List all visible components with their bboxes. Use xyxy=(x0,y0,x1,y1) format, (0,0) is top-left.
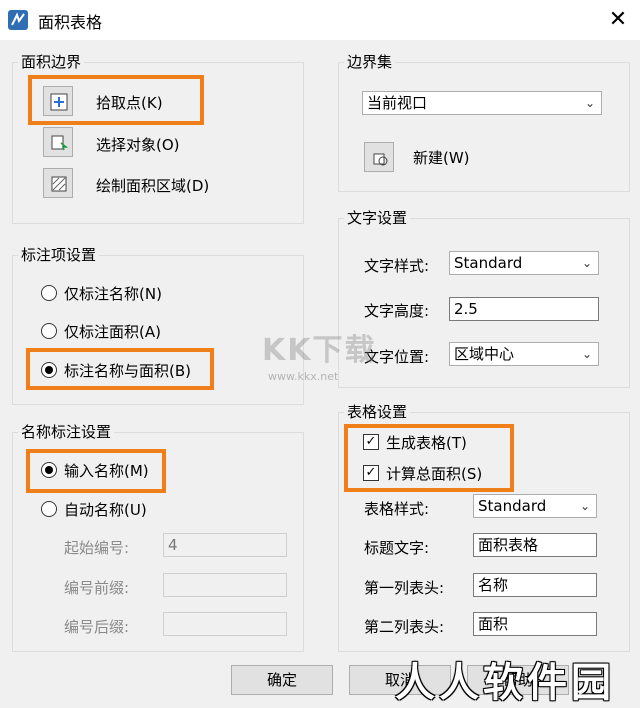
second-column-header-input[interactable]: 面积 xyxy=(473,612,597,636)
select-object-label[interactable]: 选择对象(O) xyxy=(96,134,180,155)
chevron-down-icon: ⌄ xyxy=(581,347,592,361)
title-bar: 面积表格 ✕ xyxy=(0,0,640,40)
table-style-label: 表格样式: xyxy=(364,500,430,518)
name-and-area-label[interactable]: 标注名称与面积(B) xyxy=(64,360,191,381)
rrz-watermark: 人人软件园 xyxy=(395,660,615,706)
table-settings-legend: 表格设置 xyxy=(344,403,411,421)
pick-point-button[interactable] xyxy=(43,86,73,116)
pick-point-label[interactable]: 拾取点(K) xyxy=(96,92,163,113)
boundary-set-group xyxy=(338,62,630,192)
table-style-select[interactable]: Standard ⌄ xyxy=(473,494,597,518)
app-icon xyxy=(8,10,28,30)
area-only-label[interactable]: 仅标注面积(A) xyxy=(64,321,161,342)
first-column-header-input[interactable]: 名称 xyxy=(473,573,597,597)
new-boundary-set-label[interactable]: 新建(W) xyxy=(413,147,470,168)
kkx-watermark-url: www.kkx.net xyxy=(268,370,339,383)
chevron-down-icon: ⌄ xyxy=(584,96,595,110)
input-name-label[interactable]: 输入名称(M) xyxy=(64,460,149,481)
compute-total-label[interactable]: 计算总面积(S) xyxy=(386,463,482,484)
auto-name-radio[interactable] xyxy=(41,501,57,517)
generate-table-label[interactable]: 生成表格(T) xyxy=(386,432,467,453)
number-suffix-label: 编号后缀: xyxy=(64,618,130,636)
compute-total-checkbox[interactable]: ✓ xyxy=(363,465,379,481)
draw-area-button[interactable] xyxy=(43,168,73,198)
area-only-radio[interactable] xyxy=(41,323,57,339)
text-height-label: 文字高度: xyxy=(364,302,430,320)
text-position-value: 区域中心 xyxy=(454,345,515,363)
ok-button[interactable]: 确定 xyxy=(231,665,333,695)
title-text-input[interactable]: 面积表格 xyxy=(473,533,597,557)
name-only-radio[interactable] xyxy=(41,285,57,301)
number-prefix-input[interactable] xyxy=(163,573,287,597)
text-settings-legend: 文字设置 xyxy=(344,209,411,227)
new-boundary-set-button[interactable] xyxy=(364,142,394,172)
title-text-label: 标题文字: xyxy=(364,539,430,557)
annotation-group-legend: 标注项设置 xyxy=(18,246,100,264)
input-name-radio[interactable] xyxy=(41,462,57,478)
chevron-down-icon: ⌄ xyxy=(579,499,590,513)
new-set-icon xyxy=(373,153,388,166)
text-style-label: 文字样式: xyxy=(364,257,430,275)
text-style-value: Standard xyxy=(454,254,523,272)
table-style-value: Standard xyxy=(478,497,547,515)
text-style-select[interactable]: Standard ⌄ xyxy=(449,251,599,275)
first-column-header-label: 第一列表头: xyxy=(364,579,445,597)
chevron-down-icon: ⌄ xyxy=(581,256,592,270)
name-only-label[interactable]: 仅标注名称(N) xyxy=(64,283,162,304)
window-title: 面积表格 xyxy=(38,13,103,32)
close-icon[interactable]: ✕ xyxy=(604,6,632,34)
kkx-watermark: KK下载 xyxy=(262,333,377,368)
number-prefix-label: 编号前缀: xyxy=(64,579,130,597)
boundary-set-select[interactable]: 当前视口 ⌄ xyxy=(362,91,602,115)
auto-name-label[interactable]: 自动名称(U) xyxy=(64,499,147,520)
draw-area-label[interactable]: 绘制面积区域(D) xyxy=(96,175,209,196)
generate-table-checkbox[interactable]: ✓ xyxy=(363,434,379,450)
number-suffix-input[interactable] xyxy=(163,612,287,636)
text-position-select[interactable]: 区域中心 ⌄ xyxy=(449,342,599,366)
second-column-header-label: 第二列表头: xyxy=(364,618,445,636)
start-number-label: 起始编号: xyxy=(64,539,130,557)
text-height-input[interactable]: 2.5 xyxy=(449,297,599,321)
name-settings-legend: 名称标注设置 xyxy=(18,423,115,441)
start-number-input[interactable]: 4 xyxy=(163,533,287,557)
draw-area-icon xyxy=(51,176,67,192)
boundary-set-legend: 边界集 xyxy=(344,53,396,71)
select-object-button[interactable] xyxy=(43,127,73,157)
boundary-set-value: 当前视口 xyxy=(367,94,428,112)
pick-point-icon xyxy=(50,93,68,111)
name-and-area-radio[interactable] xyxy=(41,362,57,378)
select-object-icon xyxy=(51,135,68,151)
boundary-group-legend: 面积边界 xyxy=(18,53,85,71)
